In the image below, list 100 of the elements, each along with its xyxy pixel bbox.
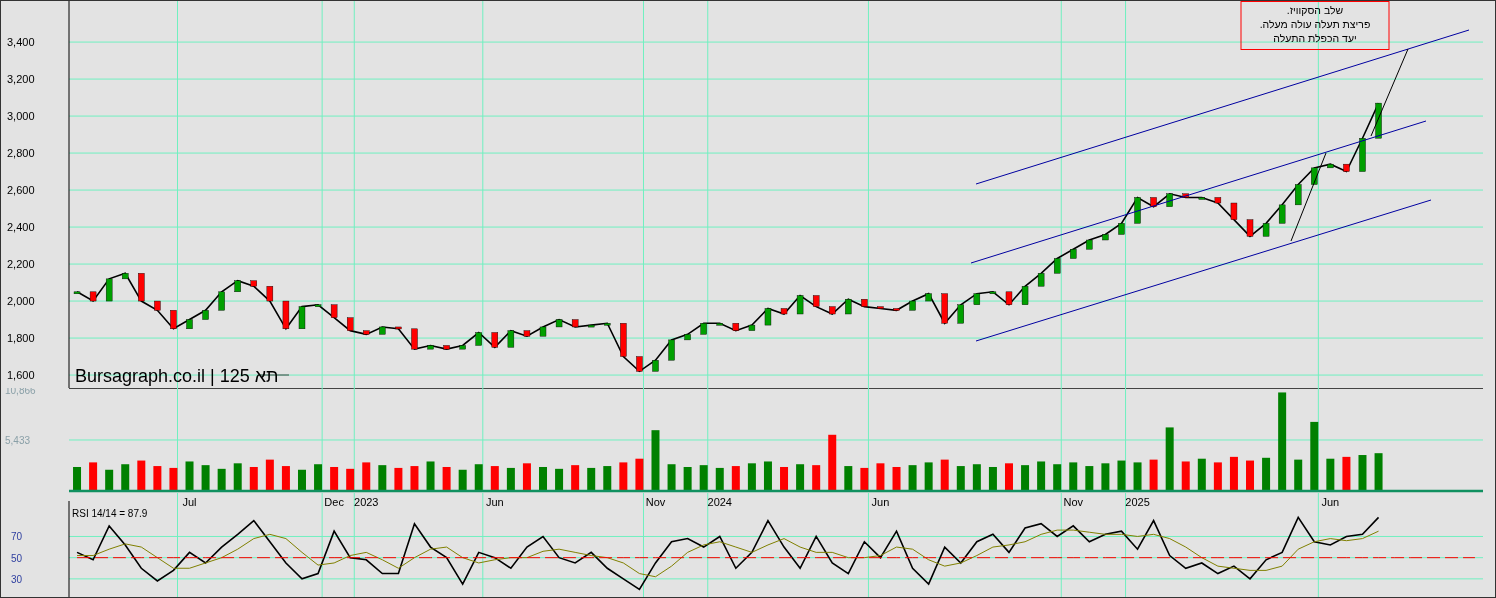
volume-bar (185, 461, 194, 490)
volume-bar (1262, 457, 1271, 490)
volume-bar (137, 460, 146, 490)
volume-bar (330, 467, 339, 490)
tick-label: Jun (1321, 496, 1340, 508)
tick-label: Jun (485, 496, 504, 508)
volume-bar (1294, 459, 1303, 490)
tick-label: 3,400 (7, 36, 35, 49)
volume-bar (828, 434, 837, 490)
note-text: פריצת תעלה עולה מעלה. (1259, 18, 1371, 30)
tick-label: Jun (871, 496, 890, 508)
volume-bar (474, 464, 483, 490)
volume-bar (892, 467, 901, 490)
tick-label: 70 (11, 531, 23, 543)
volume-bar (1005, 463, 1013, 490)
volume-bar (281, 466, 290, 490)
volume-bar (1149, 459, 1158, 490)
volume-bar (1213, 462, 1222, 490)
volume-bar (1133, 462, 1142, 490)
volume-bar (1037, 461, 1046, 490)
tick-label: 2024 (707, 496, 732, 508)
volume-bar (1053, 464, 1062, 490)
volume-bar (1069, 462, 1078, 490)
volume-bar (924, 462, 933, 490)
volume-bar (314, 464, 323, 490)
tick-label: Nov (645, 496, 666, 508)
volume-bar (844, 466, 853, 490)
note-text: שלב הסקוויז. (1286, 4, 1344, 16)
volume-bar (699, 465, 708, 490)
volume-bar (346, 468, 355, 490)
volume-bar (1021, 465, 1030, 490)
volume-bar (201, 465, 210, 490)
volume-bar (298, 469, 306, 490)
tick-label: 30 (11, 573, 23, 585)
volume-bar (571, 465, 580, 490)
indicator-label: RSI 14/14 = 87.9 (72, 508, 148, 519)
tick-label: 5,433 (5, 435, 31, 446)
volume-bar (1181, 461, 1190, 490)
volume-bar (940, 459, 949, 490)
volume-bar (1117, 460, 1126, 490)
volume-bar (780, 467, 789, 490)
volume-bar (972, 464, 981, 490)
volume-bar (1165, 427, 1174, 490)
volume-bar (265, 459, 274, 490)
volume-bar (796, 464, 805, 490)
tick-label: 2,400 (7, 221, 35, 234)
volume-bar (1342, 456, 1351, 490)
tick-label: 2023 (354, 496, 379, 508)
tick-label: 50 (11, 552, 23, 564)
tick-label: 2,800 (7, 147, 35, 160)
volume-bar (1229, 456, 1238, 490)
tick-label: 2,200 (7, 258, 35, 271)
volume-bar (105, 469, 114, 490)
tick-label: 1,600 (7, 369, 35, 382)
tick-label: 3,200 (7, 73, 35, 86)
volume-bar (442, 467, 451, 490)
volume-bar (249, 467, 258, 490)
volume-bar (1326, 458, 1335, 490)
volume-bar (89, 462, 98, 490)
volume-bar (1085, 466, 1094, 490)
volume-bar (426, 461, 435, 490)
volume-bar (1310, 421, 1319, 490)
volume-bar (522, 463, 531, 490)
tick-label: 3,000 (7, 110, 35, 123)
tick-label: Nov (1063, 496, 1084, 508)
tick-label: Jul (182, 496, 197, 508)
tick-label: Dec (324, 496, 344, 508)
volume-bar (555, 468, 564, 490)
volume-bar (458, 469, 467, 490)
volume-bar (73, 467, 82, 490)
volume-bar (1246, 460, 1254, 490)
volume-bar (763, 461, 772, 490)
volume-bar (394, 467, 403, 490)
volume-bar (233, 463, 242, 490)
volume-bar (410, 466, 419, 490)
volume-bar (683, 467, 692, 490)
volume-bar (747, 463, 756, 490)
volume-bar (988, 467, 997, 490)
volume-bar (378, 465, 387, 490)
volume-bar (876, 463, 885, 490)
volume-bar (731, 466, 740, 490)
volume-bar (635, 458, 644, 490)
volume-bar (153, 466, 162, 490)
tick-label: 2,600 (7, 184, 35, 197)
volume-bar (956, 466, 965, 490)
volume-bar (715, 467, 724, 490)
volume-bar (812, 465, 821, 490)
volume-bar (539, 467, 547, 490)
tick-label: 1,800 (7, 332, 35, 345)
volume-bar (169, 467, 178, 490)
volume-bar (667, 464, 676, 490)
volume-bar (217, 468, 226, 490)
volume-bar (1374, 453, 1383, 490)
volume-bar (651, 430, 660, 490)
tick-label: 2,000 (7, 295, 35, 308)
volume-bar (619, 462, 628, 490)
volume-bar (908, 465, 917, 490)
volume-bar (1358, 455, 1367, 490)
volume-bar (121, 464, 130, 490)
chart-title: Bursagraph.co.il | תא 125 (75, 366, 279, 386)
